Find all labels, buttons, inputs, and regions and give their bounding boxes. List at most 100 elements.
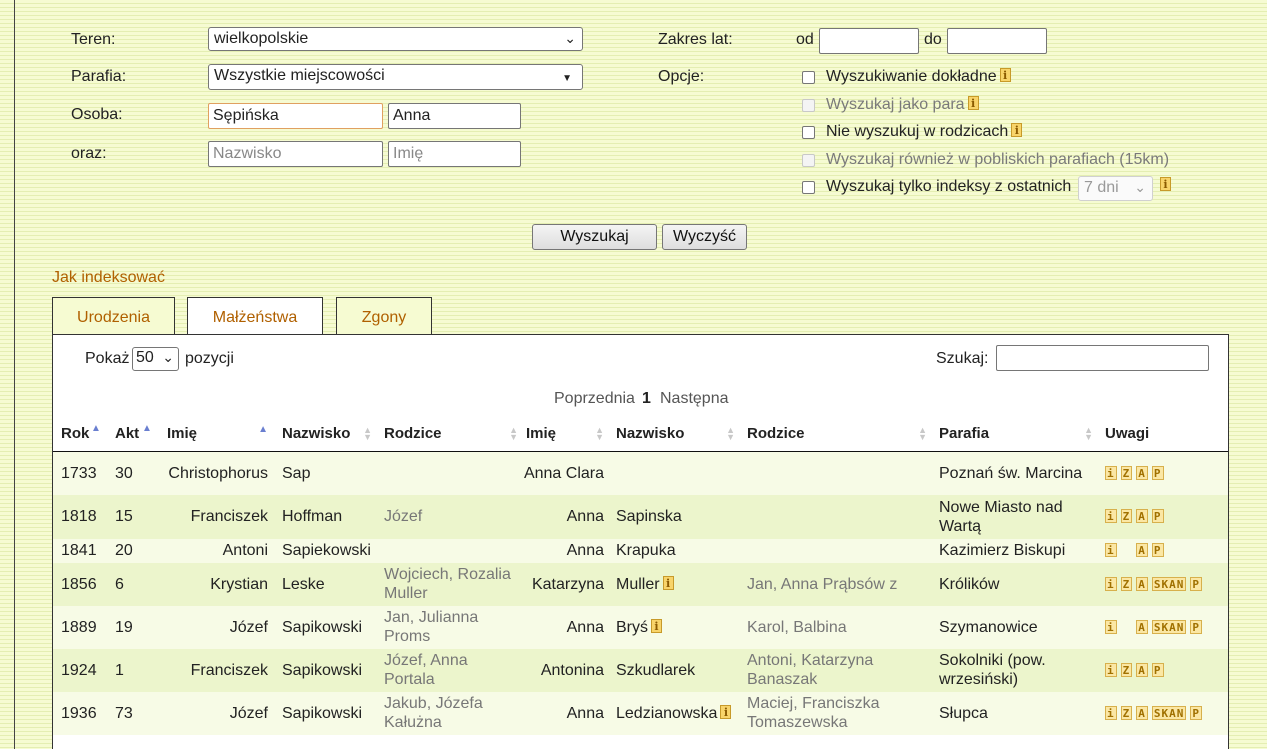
search-button[interactable]: Wyszukaj — [532, 224, 657, 250]
cell-name2: Anna — [522, 538, 608, 563]
info-icon[interactable]: i — [999, 68, 1011, 82]
cell-text: 1936 — [61, 704, 97, 722]
p-badge[interactable]: P — [1190, 705, 1202, 720]
current-page[interactable]: 1 — [642, 390, 651, 408]
info-icon[interactable]: i — [1160, 177, 1171, 191]
cell-surname1: Sapikowski — [274, 691, 376, 735]
pair-search-checkbox[interactable] — [802, 99, 815, 112]
z-badge[interactable]: Z — [1120, 662, 1133, 677]
col-header-year[interactable]: Rok ▲ — [53, 415, 107, 452]
cell-name2: Anna — [522, 494, 608, 539]
info-icon[interactable]: i — [651, 618, 662, 633]
cell-text: Leske — [282, 575, 325, 593]
parafia-select[interactable]: Wszystkie miejscowości ▼ — [208, 64, 583, 90]
teren-select[interactable]: wielkopolskie ⌄ — [208, 27, 583, 51]
a-badge[interactable]: A — [1136, 619, 1148, 634]
info-icon[interactable]: i — [662, 575, 674, 590]
clear-button[interactable]: Wyczyść — [662, 224, 747, 250]
col-header-name2[interactable]: Imię ▲ ▼ — [522, 415, 608, 452]
cell-notes: iZASKANP — [1097, 605, 1228, 649]
col-header-name1[interactable]: Imię ▲ — [159, 415, 274, 452]
cell-parish: Poznań św. Marcina — [931, 451, 1097, 495]
info-icon[interactable]: i — [1105, 705, 1117, 720]
col-header-parents2[interactable]: Rodzice ▲ ▼ — [739, 415, 931, 452]
recent-only-checkbox[interactable] — [802, 181, 815, 194]
p-badge[interactable]: P — [1151, 465, 1164, 480]
osoba-name-input[interactable] — [388, 103, 521, 129]
prev-page-link[interactable]: Poprzednia — [554, 390, 635, 408]
z-badge[interactable]: Z — [1120, 576, 1133, 591]
year-from-input[interactable] — [819, 28, 919, 54]
days-select[interactable]: 7 dni ⌄ — [1078, 176, 1153, 201]
cell-text: Krapuka — [616, 542, 676, 559]
info-icon[interactable]: i — [1011, 123, 1023, 137]
cell-text: Maciej, Franciszka Tomaszewska — [747, 695, 880, 731]
col-header-parents1[interactable]: Rodzice ▲ ▼ — [376, 415, 522, 452]
oraz-surname-input[interactable] — [208, 141, 383, 167]
info-icon[interactable]: i — [967, 96, 979, 110]
tab-deaths[interactable]: Zgony — [336, 297, 432, 335]
osoba-surname-input[interactable] — [208, 103, 383, 129]
cell-act: 73 — [107, 691, 159, 735]
col-header-label: Imię — [167, 424, 198, 442]
a-badge[interactable]: A — [1136, 509, 1148, 523]
info-icon[interactable]: i — [1105, 576, 1117, 591]
parafia-value: Wszystkie miejscowości — [214, 67, 385, 84]
col-header-surname1[interactable]: Nazwisko ▲ ▼ — [274, 415, 376, 452]
cell-text: 1733 — [61, 464, 97, 482]
recent-only-label: Wyszukaj tylko indeksy z ostatnich — [826, 178, 1072, 195]
page-size-select[interactable]: 50 ⌄ — [132, 347, 179, 371]
p-badge[interactable]: P — [1190, 576, 1202, 591]
how-to-index-link[interactable]: Jak indeksować — [52, 269, 165, 287]
cell-parents2 — [739, 494, 931, 539]
info-icon[interactable]: i — [1105, 509, 1117, 523]
recent-info: i — [1157, 177, 1171, 195]
col-header-parish[interactable]: Parafia ▲ ▼ — [931, 415, 1097, 452]
col-header-act[interactable]: Akt ▲ — [107, 415, 159, 452]
pair-search-label: Wyszukaj jako para — [826, 96, 965, 113]
cell-text: Anna Clara — [523, 464, 604, 482]
col-header-surname2[interactable]: Nazwisko ▲ ▼ — [608, 415, 739, 452]
oraz-name-input[interactable] — [388, 141, 521, 167]
a-badge[interactable]: A — [1136, 705, 1148, 720]
a-badge[interactable]: A — [1136, 662, 1148, 677]
z-badge[interactable]: Z — [1120, 509, 1133, 523]
info-icon[interactable]: i — [720, 704, 732, 719]
table-search-input[interactable] — [996, 345, 1209, 371]
no-parents-checkbox[interactable] — [802, 126, 815, 139]
info-icon[interactable]: i — [1105, 619, 1117, 634]
cell-text: Sapiekowski — [282, 542, 371, 559]
cell-text: Antoni, Katarzyna Banaszak — [747, 652, 874, 688]
info-icon[interactable]: i — [1105, 543, 1117, 557]
z-badge[interactable]: Z — [1120, 705, 1133, 720]
next-page-link[interactable]: Następna — [660, 390, 729, 408]
z-badge[interactable]: Z — [1120, 465, 1133, 480]
p-badge[interactable]: P — [1151, 543, 1164, 557]
a-badge[interactable]: A — [1136, 576, 1148, 591]
tab-births[interactable]: Urodzenia — [52, 297, 175, 335]
cell-name1: Krystian — [159, 562, 274, 606]
cell-text: Szkudlarek — [616, 661, 696, 679]
cell-text: Sap — [282, 464, 311, 482]
skan-badge[interactable]: SKAN — [1151, 619, 1187, 634]
p-badge[interactable]: P — [1190, 619, 1202, 634]
cell-parish: Kazimierz Biskupi — [931, 538, 1097, 563]
cell-parish: Sokolniki (pow. wrzesiński) — [931, 648, 1097, 692]
table-row: 1733 30 Christophorus Sap Anna Clara Poz… — [53, 451, 1228, 495]
p-badge[interactable]: P — [1151, 662, 1164, 677]
cell-year: 1856 — [53, 562, 107, 606]
year-to-input[interactable] — [947, 28, 1047, 54]
skan-badge[interactable]: SKAN — [1151, 705, 1187, 720]
nearby-parishes-checkbox[interactable] — [802, 154, 815, 167]
tab-marriages[interactable]: Małżeństwa — [187, 297, 323, 336]
info-icon[interactable]: i — [1105, 662, 1117, 677]
a-badge[interactable]: A — [1136, 543, 1148, 557]
teren-value: wielkopolskie — [214, 30, 309, 47]
p-badge[interactable]: P — [1151, 509, 1164, 523]
a-badge[interactable]: A — [1136, 465, 1148, 480]
exact-search-checkbox[interactable] — [802, 71, 815, 84]
info-icon[interactable]: i — [1105, 465, 1117, 480]
cell-act: 20 — [107, 538, 159, 563]
skan-badge[interactable]: SKAN — [1151, 576, 1187, 591]
cell-act: 15 — [107, 494, 159, 539]
